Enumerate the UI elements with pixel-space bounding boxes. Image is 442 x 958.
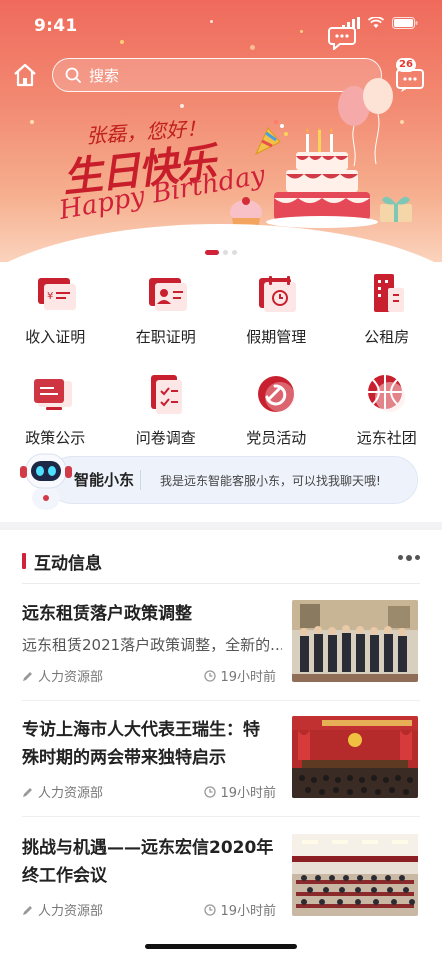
news-time-label: 19小时前 (220, 670, 276, 685)
quick-action-label: 政策公示 (25, 429, 86, 447)
search-icon (65, 67, 81, 83)
section-divider (0, 522, 442, 530)
home-indicator[interactable] (145, 944, 297, 949)
birthday-cake-icon (266, 128, 378, 228)
header-divider (22, 583, 420, 584)
clock-icon (204, 903, 217, 916)
confetti (30, 120, 34, 124)
news-thumbnail-image (292, 600, 418, 682)
news-time: 19小时前 (204, 666, 276, 685)
carousel-dot (232, 250, 237, 255)
public-housing-icon (373, 274, 404, 312)
more-icon[interactable] (398, 554, 420, 561)
pen-icon (23, 787, 32, 797)
party-activity-icon (258, 376, 296, 412)
carousel-dot-active (205, 250, 219, 255)
news-title: 远东租赁落户政策调整 (22, 604, 192, 624)
news-divider (22, 700, 420, 701)
quick-actions-grid: ¥ 收入证明 在职证明 假期管理 公租房 政策公示 问卷调查 党员活动 远东社团 (0, 270, 442, 448)
status-bar: 9:41 (0, 0, 442, 48)
quick-action-party-activity[interactable]: 党员活动 (221, 371, 332, 448)
clock-icon (204, 669, 217, 682)
news-time-label: 19小时前 (220, 904, 276, 919)
interactive-info-header: 互动信息 (22, 546, 420, 574)
assistant-tip: 我是远东智能客服小东，可以找我聊天哦! (160, 474, 381, 488)
section-accent-bar (22, 553, 26, 569)
pen-icon (23, 905, 32, 915)
confetti (180, 104, 184, 108)
more-dot (398, 555, 403, 560)
search-placeholder: 搜索 (89, 66, 120, 85)
news-source-label: 人力资源部 (38, 904, 104, 919)
news-item[interactable]: 远东租赁落户政策调整 远东租赁2021落户政策调整，全新的... 人力资源部 1… (22, 600, 420, 716)
news-time-label: 19小时前 (220, 786, 276, 801)
home-icon[interactable] (12, 62, 38, 88)
news-source: 人力资源部 (22, 782, 103, 801)
robot-avatar-icon (20, 453, 72, 510)
news-source: 人力资源部 (22, 666, 103, 685)
assistant-separator (140, 470, 141, 490)
quick-action-public-housing[interactable]: 公租房 (332, 270, 442, 347)
pen-icon (23, 671, 32, 681)
section-title: 互动信息 (34, 554, 102, 574)
quick-action-survey[interactable]: 问卷调查 (111, 371, 222, 448)
club-icon (367, 375, 405, 412)
leave-management-icon (259, 276, 297, 312)
quick-action-label: 在职证明 (135, 328, 196, 346)
news-item[interactable]: 专访上海市人大代表王瑞生：特殊时期的两会带来独特启示 人力资源部 19小时前 (22, 716, 420, 832)
quick-action-label: 假期管理 (246, 328, 307, 346)
wifi-icon (368, 17, 384, 28)
quick-action-club[interactable]: 远东社团 (332, 371, 442, 448)
clock-icon (204, 785, 217, 798)
survey-icon (150, 375, 182, 414)
birthday-banner[interactable]: 9:41 搜索 26 张磊，您好！ 生日快乐 Happy Birthday (0, 0, 442, 262)
more-dot (406, 554, 412, 561)
news-meta: 人力资源部 19小时前 (22, 782, 276, 801)
battery-icon (392, 17, 418, 29)
news-source-label: 人力资源部 (38, 670, 104, 685)
quick-action-leave-management[interactable]: 假期管理 (221, 270, 332, 347)
policy-notice-icon (34, 379, 73, 410)
quick-action-employment-certificate[interactable]: 在职证明 (111, 270, 222, 347)
svg-text:¥: ¥ (47, 291, 53, 302)
news-meta: 人力资源部 19小时前 (22, 900, 276, 919)
news-thumbnail-image (292, 834, 418, 916)
quick-action-label: 远东社团 (356, 429, 417, 447)
message-count-badge: 26 (396, 58, 416, 72)
news-source: 人力资源部 (22, 900, 103, 919)
news-source-label: 人力资源部 (38, 786, 104, 801)
gift-box-icon (380, 196, 412, 222)
news-item[interactable]: 挑战与机遇——远东宏信2020年终工作会议 人力资源部 19小时前 (22, 834, 420, 950)
quick-action-label: 党员活动 (246, 429, 307, 447)
news-meta: 人力资源部 19小时前 (22, 666, 276, 685)
employment-certificate-icon (148, 278, 187, 311)
carousel-indicator (0, 250, 442, 255)
news-thumbnail-image (292, 716, 418, 798)
status-time: 9:41 (34, 16, 78, 36)
income-certificate-icon: ¥ (38, 278, 77, 310)
smart-assistant-banner[interactable]: 智能小东 我是远东智能客服小东，可以找我聊天哦! (18, 453, 418, 510)
quick-action-policy-notice[interactable]: 政策公示 (0, 371, 111, 448)
carousel-dot (223, 250, 228, 255)
news-summary: 远东租赁2021落户政策调整，全新的... (22, 636, 282, 654)
quick-action-income-certificate[interactable]: ¥ 收入证明 (0, 270, 111, 347)
assistant-name: 智能小东 (74, 471, 135, 489)
quick-action-label: 公租房 (364, 328, 410, 346)
news-time: 19小时前 (204, 782, 276, 801)
quick-action-label: 收入证明 (25, 328, 86, 346)
news-title: 挑战与机遇——远东宏信2020年终工作会议 (22, 838, 274, 886)
news-title: 专访上海市人大代表王瑞生：特殊时期的两会带来独特启示 (22, 720, 260, 768)
quick-action-label: 问卷调查 (135, 429, 196, 447)
news-divider (22, 816, 420, 817)
chat-bubble-icon[interactable] (328, 26, 356, 50)
news-time: 19小时前 (204, 900, 276, 919)
more-dot (415, 555, 420, 560)
